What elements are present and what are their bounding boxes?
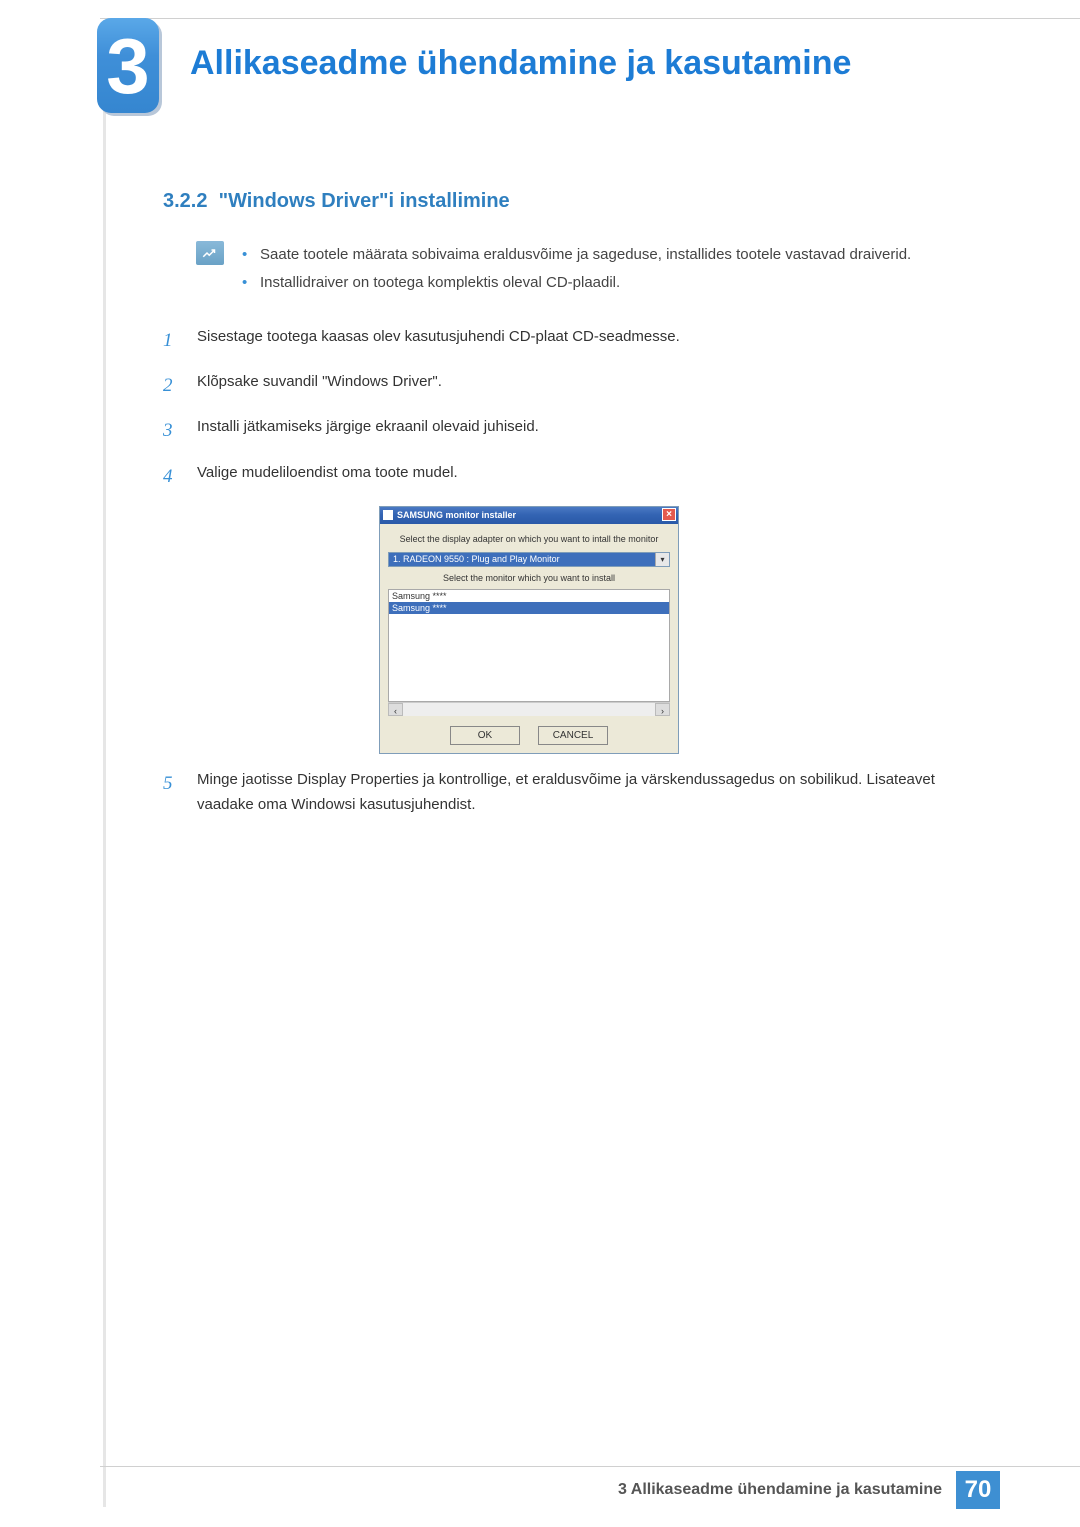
step-text: Sisestage tootega kaasas olev kasutusjuh… [197,325,985,356]
step-text: Valige mudeliloendist oma toote mudel. [197,461,985,492]
list-item[interactable]: Samsung **** [389,590,669,602]
ok-button[interactable]: OK [450,726,520,745]
chevron-down-icon: ▾ [655,553,669,566]
section-heading: 3.2.2 "Windows Driver"i installimine [163,190,985,213]
adapter-selected: 1. RADEON 9550 : Plug and Play Monitor [393,554,560,564]
content-area: 3.2.2 "Windows Driver"i installimine Saa… [163,190,985,831]
scroll-right-icon[interactable]: › [655,703,670,716]
monitor-listbox[interactable]: Samsung **** Samsung **** [388,589,670,702]
section-title: "Windows Driver"i installimine [219,190,510,212]
dialog-button-row: OK CANCEL [388,726,670,745]
adapter-dropdown[interactable]: 1. RADEON 9550 : Plug and Play Monitor ▾ [388,552,670,567]
scroll-left-icon[interactable]: ‹ [388,703,403,716]
step-number: 5 [163,768,183,818]
step-text: Klõpsake suvandil "Windows Driver". [197,370,985,401]
step-text: Installi jätkamiseks järgige ekraanil ol… [197,415,985,446]
dialog-title: SAMSUNG monitor installer [397,510,516,520]
step-item: 1 Sisestage tootega kaasas olev kasutusj… [163,325,985,356]
dialog-instruction-2: Select the monitor which you want to ins… [388,573,670,583]
note-item: Installidraiver on tootega komplektis ol… [242,269,985,297]
note-block: Saate tootele määrata sobivaima eraldusv… [196,241,985,297]
dialog-titlebar: SAMSUNG monitor installer × [380,507,678,524]
steps-list: 1 Sisestage tootega kaasas olev kasutusj… [163,325,985,492]
close-button[interactable]: × [662,508,676,521]
app-icon [383,510,393,520]
step-number: 2 [163,370,183,401]
section-number: 3.2.2 [163,190,207,212]
header-rule [100,18,1080,19]
chapter-number: 3 [106,27,149,105]
horizontal-scrollbar[interactable]: ‹ › [388,702,670,716]
note-list: Saate tootele määrata sobivaima eraldusv… [242,241,985,297]
note-item: Saate tootele määrata sobivaima eraldusv… [242,241,985,269]
step-item: 2 Klõpsake suvandil "Windows Driver". [163,370,985,401]
step-number: 1 [163,325,183,356]
side-stripe [103,20,106,1507]
note-icon [196,241,224,265]
list-item[interactable]: Samsung **** [389,602,669,614]
page-number: 70 [956,1471,1000,1509]
chapter-title: Allikaseadme ühendamine ja kasutamine [190,44,851,83]
step-number: 4 [163,461,183,492]
installer-dialog: SAMSUNG monitor installer × Select the d… [379,506,679,754]
step-text: Minge jaotisse Display Properties ja kon… [197,768,985,818]
footer-rule [100,1466,1080,1467]
footer-text: 3 Allikaseadme ühendamine ja kasutamine [618,1481,942,1499]
dialog-instruction-1: Select the display adapter on which you … [388,534,670,544]
cancel-button[interactable]: CANCEL [538,726,608,745]
step-item: 5 Minge jaotisse Display Properties ja k… [163,768,985,818]
step-item: 3 Installi jätkamiseks järgige ekraanil … [163,415,985,446]
chapter-badge: 3 [97,18,163,128]
footer: 3 Allikaseadme ühendamine ja kasutamine … [618,1471,1000,1509]
installer-dialog-figure: SAMSUNG monitor installer × Select the d… [379,506,985,754]
step-item: 4 Valige mudeliloendist oma toote mudel. [163,461,985,492]
step-number: 3 [163,415,183,446]
steps-list-cont: 5 Minge jaotisse Display Properties ja k… [163,768,985,818]
